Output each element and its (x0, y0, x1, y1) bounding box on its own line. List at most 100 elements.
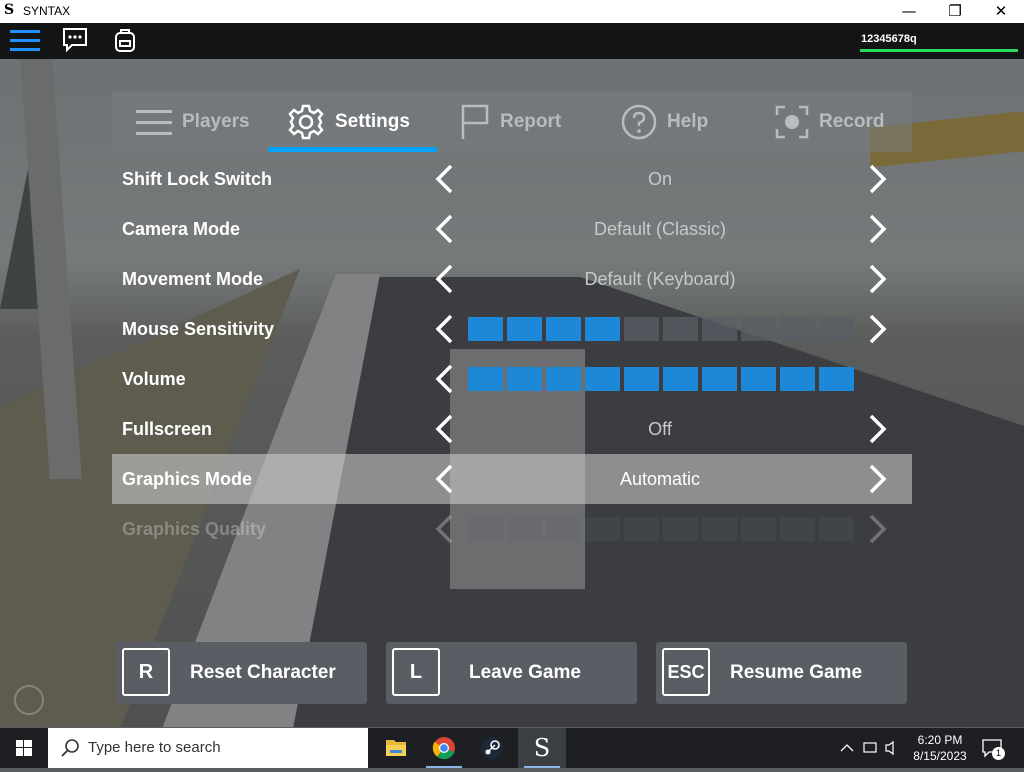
key-hint: R (122, 648, 170, 696)
chat-icon[interactable] (62, 27, 88, 57)
slider-segment[interactable] (780, 517, 815, 541)
tab-players-label: Players (182, 111, 250, 132)
chevron-left-icon[interactable] (430, 314, 460, 344)
minimize-button[interactable]: — (886, 0, 932, 23)
setting-row-shift-lock: Shift Lock Switch On (112, 154, 912, 204)
chevron-left-icon[interactable] (430, 164, 460, 194)
slider-segment[interactable] (624, 367, 659, 391)
slider-segment[interactable] (507, 517, 542, 541)
tab-players[interactable]: Players (136, 92, 250, 152)
slider-segment[interactable] (468, 367, 503, 391)
slider-segment[interactable] (702, 367, 737, 391)
syntax-icon: S (533, 734, 551, 762)
slider-segment[interactable] (624, 517, 659, 541)
slider-segment[interactable] (741, 517, 776, 541)
setting-label: Graphics Quality (122, 519, 267, 539)
chevron-right-icon[interactable] (862, 164, 892, 194)
setting-label: Movement Mode (122, 269, 264, 289)
chevron-right-icon[interactable] (862, 464, 892, 494)
chevron-left-icon[interactable] (430, 464, 460, 494)
file-explorer-icon[interactable] (372, 728, 420, 768)
hamburger-icon[interactable] (10, 28, 40, 58)
start-button[interactable] (0, 728, 48, 768)
leave-game-button[interactable]: L Leave Game (386, 642, 637, 704)
setting-label: Fullscreen (122, 419, 213, 439)
chevron-right-icon[interactable] (862, 264, 892, 294)
setting-row-graphics-mode[interactable]: Graphics Mode Automatic (112, 454, 912, 504)
slider-segment[interactable] (702, 517, 737, 541)
tab-settings-label: Settings (335, 111, 410, 132)
taskbar-clock[interactable]: 6:20 PM 8/15/2023 (900, 732, 980, 764)
reset-character-button[interactable]: R Reset Character (116, 642, 367, 704)
chevron-left-icon[interactable] (430, 414, 460, 444)
chevron-left-icon[interactable] (430, 214, 460, 244)
chevron-right-icon[interactable] (862, 314, 892, 344)
chrome-icon[interactable] (420, 728, 468, 768)
slider-segment[interactable] (663, 367, 698, 391)
slider-segment[interactable] (585, 517, 620, 541)
slider-segment[interactable] (546, 367, 581, 391)
slider-segment[interactable] (624, 317, 659, 341)
slider-segment[interactable] (819, 367, 854, 391)
setting-label: Volume (122, 369, 186, 389)
maximize-button[interactable]: ❐ (932, 0, 978, 23)
setting-row-mouse-sensitivity: Mouse Sensitivity (112, 304, 912, 354)
flag-icon (460, 103, 490, 141)
slider-segment[interactable] (468, 317, 503, 341)
slider-segment[interactable] (741, 367, 776, 391)
slider-segment[interactable] (468, 517, 503, 541)
setting-value: Off (648, 419, 672, 439)
taskbar-search-box[interactable]: Type here to search (48, 728, 368, 768)
chevron-left-icon[interactable] (430, 514, 460, 544)
slider-segment[interactable] (663, 517, 698, 541)
chevron-right-icon[interactable] (862, 514, 892, 544)
chevron-right-icon[interactable] (862, 414, 892, 444)
chevron-right-icon[interactable] (862, 214, 892, 244)
setting-row-movement-mode: Movement Mode Default (Keyboard) (112, 254, 912, 304)
slider-segment[interactable] (546, 317, 581, 341)
chevron-left-icon[interactable] (430, 364, 460, 394)
setting-row-camera-mode: Camera Mode Default (Classic) (112, 204, 912, 254)
tab-report[interactable]: Report (460, 92, 561, 152)
mouse-sensitivity-slider[interactable] (468, 317, 858, 341)
setting-label: Camera Mode (122, 219, 241, 239)
graphics-quality-slider[interactable] (468, 517, 858, 541)
slider-segment[interactable] (507, 317, 542, 341)
help-icon (621, 104, 657, 140)
slider-segment[interactable] (585, 367, 620, 391)
chevron-left-icon[interactable] (430, 264, 460, 294)
slider-segment[interactable] (780, 367, 815, 391)
setting-label: Shift Lock Switch (122, 169, 273, 189)
setting-value: Default (Keyboard) (584, 269, 736, 289)
key-hint: L (392, 648, 440, 696)
notification-count: 1 (992, 747, 1005, 760)
setting-row-volume: Volume (112, 354, 912, 404)
backpack-icon[interactable] (114, 27, 136, 57)
slider-segment[interactable] (507, 367, 542, 391)
setting-value: Default (Classic) (593, 219, 727, 239)
slider-segment[interactable] (780, 317, 815, 341)
button-label: Resume Game (730, 662, 863, 683)
tab-help[interactable]: Help (621, 92, 708, 152)
syntax-taskbar-app[interactable]: S (518, 728, 566, 768)
slider-segment[interactable] (546, 517, 581, 541)
volume-slider[interactable] (468, 367, 858, 391)
window-title-bar: S SYNTAX — ❐ ✕ (0, 0, 1024, 23)
setting-row-graphics-quality: Graphics Quality (112, 504, 912, 554)
slider-segment[interactable] (702, 317, 737, 341)
notifications-button[interactable]: 1 (980, 736, 1005, 760)
slider-segment[interactable] (585, 317, 620, 341)
slider-segment[interactable] (741, 317, 776, 341)
slider-segment[interactable] (819, 517, 854, 541)
tab-record[interactable]: Record (775, 92, 884, 152)
steam-icon[interactable] (468, 728, 516, 768)
resume-game-button[interactable]: ESC Resume Game (656, 642, 907, 704)
close-button[interactable]: ✕ (978, 0, 1024, 23)
slider-segment[interactable] (819, 317, 854, 341)
setting-label: Mouse Sensitivity (122, 319, 275, 339)
shift-lock-icon[interactable] (14, 685, 44, 715)
network-icon (863, 742, 877, 753)
slider-segment[interactable] (663, 317, 698, 341)
tab-settings[interactable]: Settings (287, 92, 410, 152)
tab-report-label: Report (500, 111, 562, 132)
